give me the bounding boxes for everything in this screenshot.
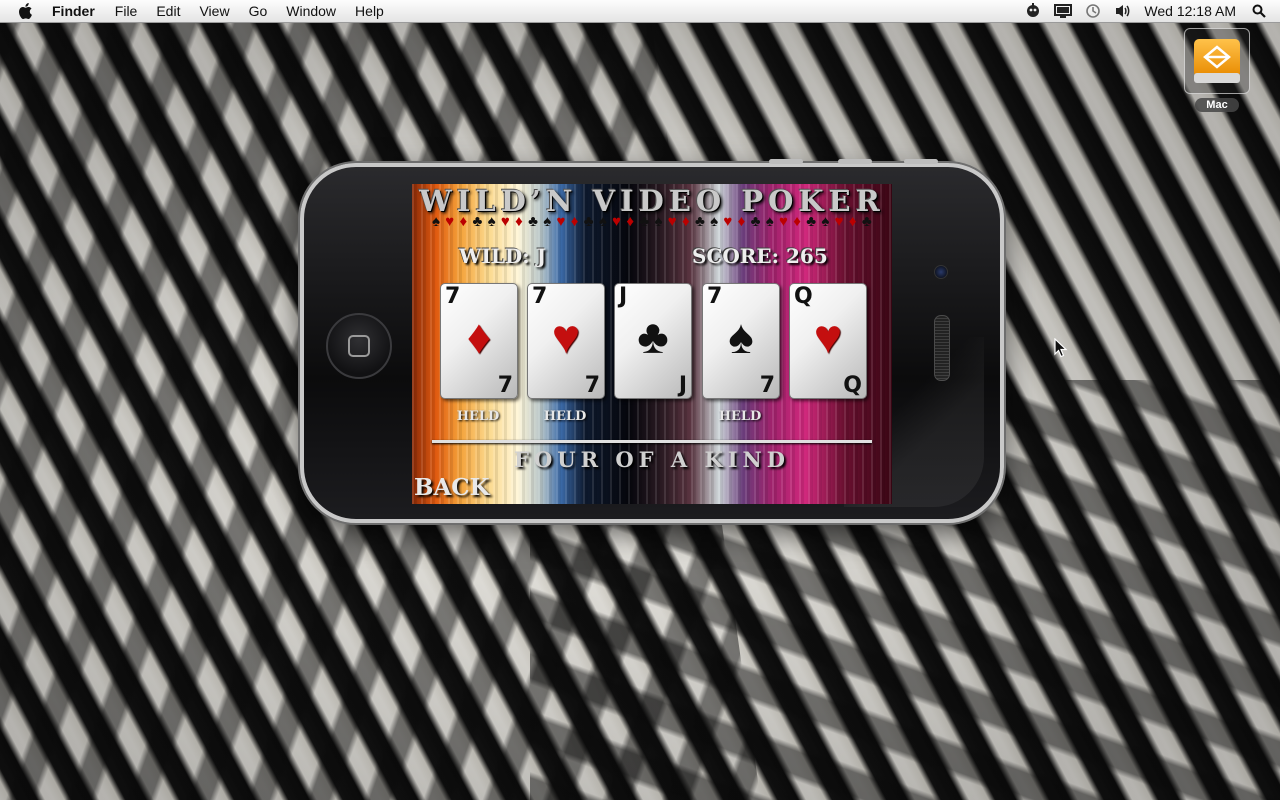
- volume-up-button[interactable]: [769, 159, 803, 164]
- suit-strip-glyph: ♣: [528, 213, 538, 230]
- suit-strip-glyph: ♠: [765, 213, 774, 230]
- suit-strip-glyph: ♠: [432, 213, 440, 230]
- held-label-card-4: HELD: [718, 409, 762, 424]
- menu-edit[interactable]: Edit: [156, 3, 180, 19]
- suit-strip-glyph: ♦: [570, 213, 579, 230]
- desktop-drive-mac[interactable]: Mac: [1182, 28, 1252, 112]
- divider-line: [432, 440, 872, 443]
- apple-menu-icon[interactable]: [18, 2, 38, 20]
- iphone-simulator-window: WILD’N VIDEO POKER ♠ ♥ ♦ ♣ ♠ ♥ ♦ ♣ ♠ ♥ ♦ ♣ ♠ ♥ ♦ ♣ ♠ ♥ ♦ ♣ ♠…: [300, 159, 1004, 523]
- hand-result: FOUR OF A KIND: [514, 447, 790, 472]
- suit-strip-glyph: ♠: [710, 213, 719, 230]
- card-rank-bottom: Q: [843, 373, 862, 398]
- external-drive-icon[interactable]: [1184, 28, 1250, 94]
- held-label-card-2: HELD: [543, 409, 587, 424]
- menu-file[interactable]: File: [115, 3, 138, 19]
- card-rank: J: [619, 284, 628, 309]
- card-2[interactable]: 7 ♥ 7: [527, 283, 605, 399]
- suit-strip-glyph: ♠: [487, 213, 496, 230]
- menu-window[interactable]: Window: [286, 3, 336, 19]
- suit-strip-glyph: ♠: [598, 213, 607, 230]
- card-rank-bottom: 7: [584, 373, 600, 398]
- suit-strip-glyph: ♥: [500, 213, 510, 230]
- suit-strip-glyph: ♦: [737, 213, 746, 230]
- wild-card-label: WILD: J: [459, 244, 547, 268]
- mouse-cursor-icon: [1054, 337, 1068, 363]
- display-status-icon[interactable]: [1048, 4, 1078, 18]
- diamond-suit-icon: ♦: [466, 311, 492, 364]
- home-button[interactable]: [326, 313, 392, 379]
- card-rank: 7: [707, 284, 723, 309]
- suit-strip-glyph: ♦: [626, 213, 635, 230]
- menu-clock[interactable]: Wed 12:18 AM: [1144, 3, 1236, 19]
- held-label-card-1: HELD: [456, 409, 500, 424]
- menu-help[interactable]: Help: [355, 3, 384, 19]
- heart-suit-icon: ♥: [551, 311, 581, 364]
- time-machine-icon[interactable]: [1078, 3, 1108, 19]
- suit-strip-glyph: ♥: [723, 213, 733, 230]
- card-row: 7 ♦ 7 7 ♥ 7 J ♣ J 7 ♠ 7 Q ♥ Q: [440, 283, 870, 401]
- game-screen[interactable]: WILD’N VIDEO POKER ♠ ♥ ♦ ♣ ♠ ♥ ♦ ♣ ♠ ♥ ♦ ♣ ♠ ♥ ♦ ♣ ♠ ♥ ♦ ♣ ♠…: [412, 184, 892, 504]
- game-title: WILD’N VIDEO POKER: [419, 184, 885, 218]
- card-3[interactable]: J ♣ J: [614, 283, 692, 399]
- menu-go[interactable]: Go: [249, 3, 268, 19]
- card-rank-bottom: 7: [497, 373, 513, 398]
- front-camera: [934, 265, 948, 279]
- menu-bar: Finder File Edit View Go Window Help Wed…: [0, 0, 1280, 23]
- suit-strip-glyph: ♣: [583, 213, 594, 230]
- card-4[interactable]: 7 ♠ 7: [702, 283, 780, 399]
- suit-strip-glyph: ♦: [459, 213, 468, 230]
- menu-finder[interactable]: Finder: [52, 3, 95, 19]
- robot-status-icon[interactable]: [1018, 3, 1048, 19]
- volume-down-button[interactable]: [838, 159, 872, 164]
- suit-strip-glyph: ♣: [472, 213, 483, 230]
- suit-strip-glyph: ♣: [861, 213, 872, 230]
- suit-strip-glyph: ♥: [779, 213, 788, 230]
- back-button[interactable]: BACK: [414, 474, 490, 501]
- heart-suit-icon: ♥: [813, 311, 843, 364]
- spotlight-search-icon[interactable]: [1248, 4, 1270, 18]
- volume-icon[interactable]: [1108, 3, 1138, 19]
- card-1[interactable]: 7 ♦ 7: [440, 283, 518, 399]
- score-label: SCORE: 265: [692, 244, 828, 268]
- home-square-icon: [348, 335, 370, 357]
- suit-strip-glyph: ♦: [848, 213, 857, 230]
- suit-strip-glyph: ♥: [834, 213, 844, 230]
- suit-strip-glyph: ♣: [750, 213, 761, 230]
- drive-label: Mac: [1195, 98, 1239, 112]
- spade-suit-icon: ♠: [728, 311, 754, 364]
- card-rank: Q: [794, 284, 813, 309]
- suit-strip-glyph: ♦: [682, 213, 690, 230]
- card-5[interactable]: Q ♥ Q: [789, 283, 867, 399]
- sleep-button[interactable]: [904, 159, 938, 164]
- menu-view[interactable]: View: [199, 3, 229, 19]
- card-rank: 7: [445, 284, 461, 309]
- suit-strip-glyph: ♠: [821, 213, 830, 230]
- suit-strip-glyph: ♥: [445, 213, 455, 230]
- club-suit-icon: ♣: [637, 311, 669, 364]
- suit-strip: ♠ ♥ ♦ ♣ ♠ ♥ ♦ ♣ ♠ ♥ ♦ ♣ ♠ ♥ ♦ ♣ ♠ ♥ ♦ ♣ ♠ ♥ ♦ ♣ ♠ ♥ ♦ ♣ ♠ ♥ ♦ ♣: [432, 214, 872, 229]
- suit-strip-glyph: ♠: [654, 213, 663, 230]
- suit-strip-glyph: ♥: [667, 213, 677, 230]
- card-rank-bottom: 7: [759, 373, 775, 398]
- suit-strip-glyph: ♦: [793, 213, 801, 230]
- suit-strip-glyph: ♣: [806, 213, 817, 230]
- suit-strip-glyph: ♣: [694, 213, 705, 230]
- suit-strip-glyph: ♦: [515, 213, 523, 230]
- card-rank: 7: [532, 284, 548, 309]
- suit-strip-glyph: ♥: [612, 213, 622, 230]
- card-rank-bottom: J: [678, 373, 687, 398]
- suit-strip-glyph: ♠: [543, 213, 552, 230]
- earpiece-speaker: [934, 315, 950, 381]
- suit-strip-glyph: ♥: [556, 213, 566, 230]
- suit-strip-glyph: ♣: [639, 213, 650, 230]
